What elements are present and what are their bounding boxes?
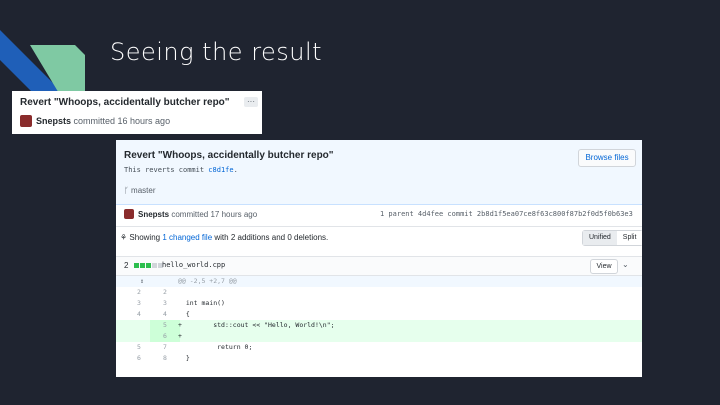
author-link[interactable]: Snepsts [36, 116, 71, 126]
browse-files-button[interactable]: Browse files [578, 149, 636, 167]
commit-parent-and-sha[interactable]: 1 parent 4d4fee commit 2b8d1f5ea07ce8f63… [380, 210, 633, 218]
diff-view-toggle: Unified Split [582, 230, 642, 246]
small-commit-title: Revert "Whoops, accidentally butcher rep… [20, 97, 230, 108]
commit-title: Revert "Whoops, accidentally butcher rep… [124, 150, 334, 161]
diff-row: 57 return 0; [116, 342, 642, 353]
diff-row: 22 [116, 287, 642, 298]
file-name[interactable]: hello_world.cpp [162, 261, 225, 269]
new-line-number[interactable]: 4 [150, 309, 180, 320]
commit-desc-suffix: . [233, 166, 238, 174]
new-line-number[interactable]: 5 [150, 320, 180, 331]
commit-time: committed 17 hours ago [169, 210, 258, 219]
branch-indicator: ᚴ master [124, 186, 156, 195]
branch-icon: ᚴ [124, 186, 129, 195]
commit-time: committed 16 hours ago [71, 116, 171, 126]
small-commit-author-line: Snepsts committed 16 hours ago [36, 116, 170, 126]
new-line-number[interactable]: 2 [150, 287, 180, 298]
author-link[interactable]: Snepsts [138, 210, 169, 219]
commit-meta-row: Snepsts committed 17 hours ago 1 parent … [116, 204, 642, 227]
more-options-button[interactable]: ··· [244, 97, 258, 107]
diff-code: + std::cout << "Hello, World!\n"; [178, 321, 335, 329]
diff-summary: ⚘ Showing 1 changed file with 2 addition… [120, 233, 328, 242]
commit-header: Revert "Whoops, accidentally butcher rep… [116, 140, 642, 205]
unified-button[interactable]: Unified [583, 231, 617, 245]
view-file-button[interactable]: View [590, 259, 618, 274]
diff-hunk-header: ⇕ @@ -2,5 +2,7 @@ [116, 276, 642, 287]
chevron-down-icon[interactable]: ⌄ [622, 260, 629, 269]
diffstat-bar [134, 263, 163, 268]
diff-row: 5 + std::cout << "Hello, World!\n"; [116, 320, 642, 331]
commit-desc-prefix: This reverts commit [124, 166, 209, 174]
new-line-number[interactable]: 7 [150, 342, 180, 353]
diff-row: 33 int main() [116, 298, 642, 309]
diff-row: 68 } [116, 353, 642, 364]
commit-author-line: Snepsts committed 17 hours ago [138, 210, 257, 219]
diff-code: + [178, 332, 182, 340]
slide-title: Seeing the result [110, 38, 323, 66]
diff-table: ⇕ @@ -2,5 +2,7 @@ 2 2 3 3 int main() 4 4 {5 + st… [116, 276, 642, 364]
diff-code: int main() [178, 299, 225, 307]
file-header: 2 hello_world.cpp View ⌄ [116, 256, 642, 276]
decorative-corner-shapes [0, 30, 85, 100]
diff-code: @@ -2,5 +2,7 @@ [178, 277, 237, 285]
diff-code: { [178, 310, 190, 318]
file-change-count: 2 [124, 261, 129, 270]
new-line-number[interactable]: 6 [150, 331, 180, 342]
split-button[interactable]: Split [616, 231, 642, 245]
diff-row: 44 { [116, 309, 642, 320]
diff-code: } [178, 354, 190, 362]
expand-icon[interactable]: ⇕ [140, 276, 144, 287]
diff-row: 6 + [116, 331, 642, 342]
summary-suffix: with 2 additions and 0 deletions. [212, 233, 329, 242]
new-line-number[interactable]: 8 [150, 353, 180, 364]
changed-files-link[interactable]: 1 changed file [162, 233, 212, 242]
new-line-number[interactable]: 3 [150, 298, 180, 309]
avatar[interactable] [20, 115, 32, 127]
commit-detail-screenshot: Revert "Whoops, accidentally butcher rep… [116, 140, 642, 377]
commit-description: This reverts commit c8d1fe. [124, 166, 238, 174]
summary-prefix: Showing [129, 233, 163, 242]
branch-name[interactable]: master [131, 186, 155, 195]
diff-code: return 0; [178, 343, 253, 351]
avatar[interactable] [124, 209, 134, 219]
reverted-commit-link[interactable]: c8d1fe [208, 166, 233, 174]
file-icon: ⚘ [120, 233, 128, 242]
small-commit-screenshot: Revert "Whoops, accidentally butcher rep… [12, 91, 262, 134]
